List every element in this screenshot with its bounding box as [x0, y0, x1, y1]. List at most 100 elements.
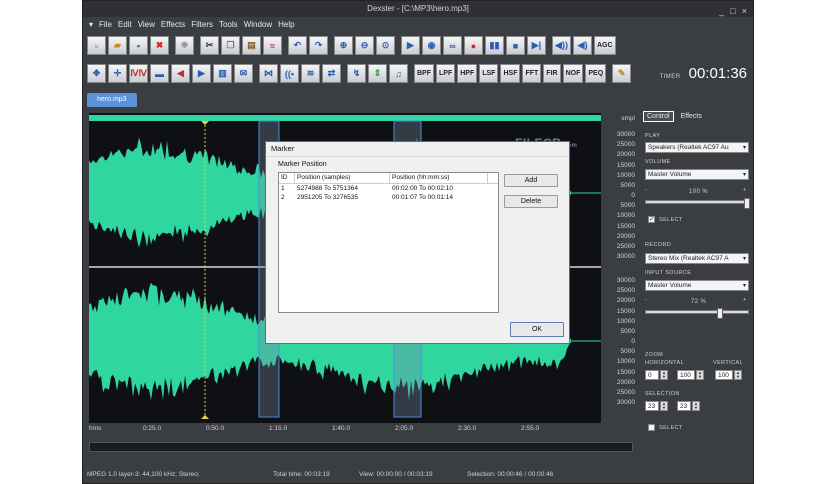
time-ruler[interactable]: hms 0:25.0 0:50.0 1:15.0 1:40.0 2:05.0 2:30.0 2… — [89, 423, 601, 437]
select-checkbox-1[interactable]: ✓ — [648, 216, 655, 223]
new-file-icon[interactable]: ▫ — [87, 36, 106, 55]
record-icon[interactable]: ● — [464, 36, 483, 55]
silence-icon[interactable]: ▬ — [150, 64, 169, 83]
selection-end-input[interactable]: 23 — [677, 401, 691, 411]
volume-source-select[interactable]: Master Volume — [645, 169, 749, 180]
select-checkbox-2[interactable] — [648, 424, 655, 431]
close-button[interactable]: × — [742, 3, 747, 19]
scale-tick-lower: 20000 — [616, 297, 635, 305]
music-note-icon[interactable]: ♫ — [389, 64, 408, 83]
table-row[interactable]: 2 2951205 To 3276535 00:01:07 To 00:01:1… — [279, 193, 498, 202]
table-row[interactable]: 1 5274988 To 5751364 00:02:00 To 00:02:1… — [279, 184, 498, 193]
selection-start-stepper[interactable]: ▲ ▼ — [660, 401, 668, 411]
fir-button[interactable]: FIR — [543, 64, 561, 83]
pitch-icon[interactable]: ↯ — [347, 64, 366, 83]
agc-button[interactable]: AGC — [594, 36, 616, 55]
menu-view[interactable]: View — [138, 20, 155, 29]
tab-effects[interactable]: Effects — [678, 112, 705, 121]
maximize-button[interactable]: □ — [730, 3, 735, 19]
tempo-icon[interactable]: ⇕ — [368, 64, 387, 83]
bpf-button[interactable]: BPF — [414, 64, 434, 83]
settings-gear-icon[interactable]: ✹ — [175, 36, 194, 55]
record-device-select[interactable]: Stereo Mix (Realtek AC97 A — [645, 253, 749, 264]
tab-control[interactable]: Control — [643, 111, 674, 122]
menu-window[interactable]: Window — [244, 20, 272, 29]
zoom-out-icon[interactable]: ⊖ — [355, 36, 374, 55]
expand-icon[interactable]: ✥ — [87, 64, 106, 83]
timer-label: TIMER — [659, 74, 681, 80]
hsf-button[interactable]: HSF — [500, 64, 521, 83]
ok-button[interactable]: OK — [510, 322, 564, 337]
add-marker-button[interactable]: Add — [504, 174, 558, 187]
overview-strip — [89, 115, 601, 121]
input-slider[interactable] — [645, 308, 749, 319]
peq-button[interactable]: PEQ — [585, 64, 607, 83]
zoom-h-start-stepper[interactable]: ▲ ▼ — [660, 370, 668, 380]
nof-button[interactable]: NOF — [562, 64, 584, 83]
stop-icon[interactable]: ■ — [506, 36, 525, 55]
lpf-button[interactable]: LPF — [436, 64, 456, 83]
loop-icon[interactable]: ∞ — [443, 36, 462, 55]
play-device-select[interactable]: Speakers (Realtek AC97 Au — [645, 142, 749, 153]
swap-channel-icon[interactable]: ⇄ — [322, 64, 341, 83]
scale-tick-lower: 25000 — [616, 287, 635, 295]
selection-start-input[interactable]: 23 — [645, 401, 659, 411]
zoom-fit-icon[interactable]: ⊙ — [376, 36, 395, 55]
save-icon[interactable]: ▪ — [129, 36, 148, 55]
column-samples[interactable]: Position (samples) — [295, 173, 390, 183]
minimize-button[interactable]: _ — [719, 3, 724, 19]
volume-slider-thumb[interactable] — [744, 198, 750, 209]
menu-tools[interactable]: Tools — [219, 20, 238, 29]
zoom-v-stepper[interactable]: ▲ ▼ — [734, 370, 742, 380]
speaker-volume-icon[interactable]: ◀)) — [552, 36, 571, 55]
hpf-button[interactable]: HPF — [457, 64, 478, 83]
tab-hero-mp3[interactable]: hero.mp3 — [87, 93, 137, 107]
paste-icon[interactable]: ▤ — [242, 36, 261, 55]
paste-mix-icon[interactable]: ≈ — [263, 36, 282, 55]
skip-end-icon[interactable]: ▶| — [527, 36, 546, 55]
equalizer-icon[interactable]: ✎ — [612, 64, 632, 83]
zoom-h-end-stepper[interactable]: ▲ ▼ — [696, 370, 704, 380]
redo-icon[interactable]: ↷ — [309, 36, 328, 55]
column-id[interactable]: ID — [279, 173, 295, 183]
menu-help[interactable]: Help — [278, 20, 294, 29]
horizontal-scrollbar[interactable] — [89, 442, 633, 452]
input-slider-thumb[interactable] — [716, 308, 723, 319]
email-icon[interactable]: ✉ — [234, 64, 253, 83]
app-menu-icon[interactable]: ▾ — [89, 20, 93, 29]
copy-icon[interactable]: ❐ — [221, 36, 240, 55]
zoom-v-input[interactable]: 100 — [715, 370, 733, 380]
pause-icon[interactable]: ▮▮ — [485, 36, 504, 55]
center-icon[interactable]: ✛ — [108, 64, 127, 83]
speaker-mute-icon[interactable]: ◀) — [573, 36, 592, 55]
flanger-icon[interactable]: ≋ — [301, 64, 320, 83]
noise-icon[interactable]: ⅣⅣ — [129, 64, 148, 83]
cut-icon[interactable]: ✂ — [200, 36, 219, 55]
delete-marker-button[interactable]: Delete — [504, 195, 558, 208]
menu-edit[interactable]: Edit — [118, 20, 132, 29]
fft-button[interactable]: FFT — [522, 64, 542, 83]
reverse-icon[interactable]: ⋈ — [259, 64, 278, 83]
menu-filters[interactable]: Filters — [191, 20, 213, 29]
play-icon[interactable]: ▶ — [401, 36, 420, 55]
play-selection-icon[interactable]: ◉ — [422, 36, 441, 55]
column-time[interactable]: Position (hh:mm:ss) — [390, 173, 488, 183]
fade-in-icon[interactable]: ◀ — [171, 64, 190, 83]
zoom-h-start-input[interactable]: 0 — [645, 370, 659, 380]
selection-end-stepper[interactable]: ▲ ▼ — [692, 401, 700, 411]
zoom-h-end-input[interactable]: 100 — [677, 370, 695, 380]
lsf-button[interactable]: LSF — [479, 64, 499, 83]
echo-icon[interactable]: ((• — [280, 64, 299, 83]
input-source-select[interactable]: Master Volume — [645, 280, 749, 291]
menu-file[interactable]: File — [99, 20, 112, 29]
close-file-icon[interactable]: ✖ — [150, 36, 169, 55]
volume-slider[interactable] — [645, 198, 750, 209]
zoom-in-icon[interactable]: ⊕ — [334, 36, 353, 55]
undo-icon[interactable]: ↶ — [288, 36, 307, 55]
marker-list[interactable]: ID Position (samples) Position (hh:mm:ss… — [278, 172, 499, 313]
status-selection: Selection: 00:00:46 / 00:00:46 — [467, 471, 554, 478]
menu-effects[interactable]: Effects — [161, 20, 185, 29]
open-folder-icon[interactable]: ▰ — [108, 36, 127, 55]
normalize-icon[interactable]: ▥ — [213, 64, 232, 83]
fade-out-icon[interactable]: ▶ — [192, 64, 211, 83]
